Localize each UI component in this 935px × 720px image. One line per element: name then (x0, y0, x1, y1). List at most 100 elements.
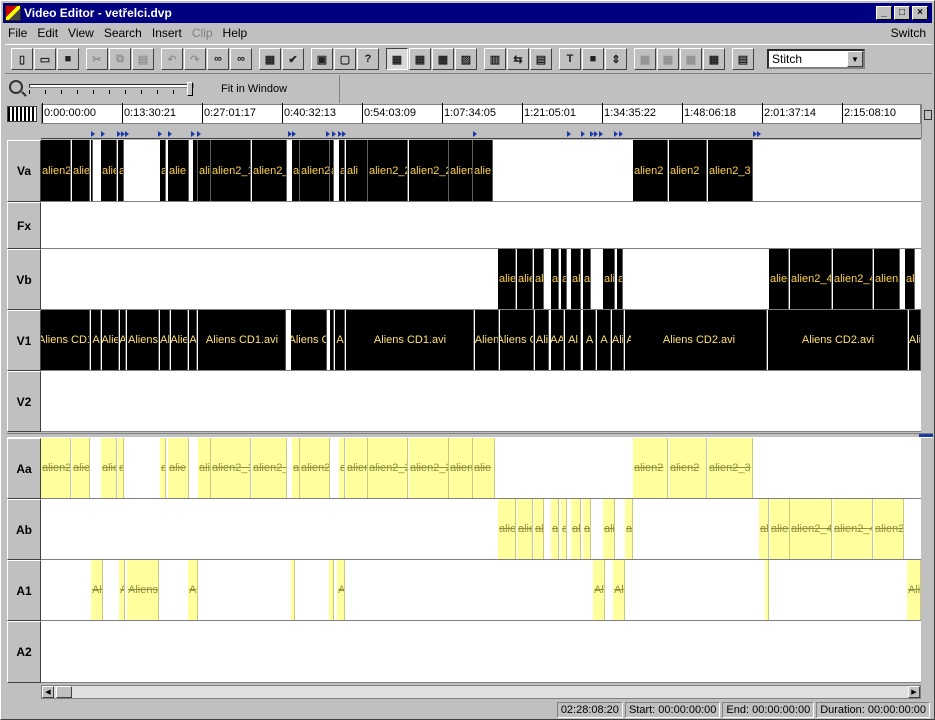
clip-va[interactable]: alien2_3 (708, 140, 753, 201)
menu-edit[interactable]: Edit (32, 26, 63, 40)
clip-va[interactable]: alien2_2 (368, 140, 408, 201)
clip-vb[interactable]: ali (551, 249, 559, 309)
marker-icon[interactable] (125, 131, 129, 137)
clip-v1[interactable]: A (583, 310, 596, 370)
clip-vb[interactable]: alien (498, 249, 516, 309)
clip-aa[interactable]: alien2 (300, 438, 330, 498)
track-area-ab[interactable]: alienaliealialiaalalalieaalalienalien2_4… (41, 499, 921, 560)
horizontal-scrollbar[interactable]: ◀ ▶ (41, 685, 921, 699)
zoom-slider[interactable] (29, 80, 199, 98)
clip-aa[interactable]: ali (198, 438, 211, 498)
track-label-aa[interactable]: Aa (7, 438, 41, 499)
help-icon[interactable]: ? (357, 48, 379, 70)
clip-v1[interactable]: Al (565, 310, 581, 370)
marker-tool-icon[interactable]: ▨ (455, 48, 477, 70)
clip-a1[interactable]: Al (613, 560, 625, 620)
clip-a1[interactable]: Aliens (127, 560, 159, 620)
track-area-v2[interactable] (41, 371, 921, 432)
clip-vb[interactable]: al (583, 249, 591, 309)
clip-aa[interactable]: alie (101, 438, 117, 498)
track-label-v1[interactable]: V1 (7, 310, 41, 371)
clip-a1[interactable] (329, 560, 334, 620)
undo-icon[interactable]: ↶ (161, 48, 183, 70)
ruler-icon[interactable] (7, 106, 37, 122)
clip-vb[interactable]: al (571, 249, 581, 309)
marker-icon[interactable] (757, 131, 761, 137)
clip-aa[interactable]: alien (72, 438, 90, 498)
open-folder-icon[interactable]: ▭ (34, 48, 56, 70)
marker-icon[interactable] (326, 131, 330, 137)
check-icon[interactable]: ✔ (282, 48, 304, 70)
clip-va[interactable]: alien (72, 140, 90, 201)
clip-aa[interactable]: a (160, 438, 166, 498)
marker-icon[interactable] (614, 131, 618, 137)
scroll-left-icon[interactable]: ◀ (42, 686, 54, 698)
close-button[interactable]: × (912, 6, 928, 20)
clip-va[interactable]: a (339, 140, 345, 201)
track-area-fx[interactable] (41, 202, 921, 249)
menu-help[interactable]: Help (218, 26, 253, 40)
marker-icon[interactable] (599, 131, 603, 137)
track-label-a2[interactable]: A2 (7, 621, 41, 683)
clip-vb[interactable]: ali (534, 249, 544, 309)
clip-vb[interactable]: a (617, 249, 623, 309)
clip-ab[interactable]: alien2_4 (790, 499, 832, 559)
clip-vb[interactable]: alien2_4 (833, 249, 873, 309)
clip-v1[interactable]: Al (160, 310, 170, 370)
clip-va[interactable]: alien2_2 (409, 140, 449, 201)
clip-ab[interactable]: a (561, 499, 567, 559)
marker-icon[interactable] (292, 131, 296, 137)
marker-icon[interactable] (191, 131, 195, 137)
clip-a1[interactable]: A (119, 560, 125, 620)
clip-aa[interactable]: alien2_ (252, 438, 287, 498)
clip-v1[interactable]: Ali (909, 310, 921, 370)
delete-clip-icon[interactable]: ■ (582, 48, 604, 70)
film-icon[interactable]: ▥ (484, 48, 506, 70)
print-icon[interactable]: ▣ (311, 48, 333, 70)
clip-v1[interactable]: Aliens CD2.avi (768, 310, 908, 370)
clip-a1[interactable]: Ali (91, 560, 103, 620)
clip-ab[interactable]: ali (534, 499, 544, 559)
clip-v1[interactable]: AA (551, 310, 564, 370)
clip-aa[interactable]: alien2_2 (368, 438, 408, 498)
marker-icon[interactable] (197, 131, 201, 137)
clip-vb[interactable]: alien2_4 (790, 249, 832, 309)
clip-ab[interactable]: ali (551, 499, 559, 559)
clip-ab[interactable]: alien2 (874, 499, 904, 559)
clip-va[interactable]: ali (346, 140, 368, 201)
clip-va[interactable]: a (160, 140, 166, 201)
menu-insert[interactable]: Insert (147, 26, 187, 40)
clip-aa[interactable]: a (339, 438, 345, 498)
clip-v1[interactable]: Alie (102, 310, 119, 370)
clip-v1[interactable]: Alien (475, 310, 499, 370)
clip-ab[interactable]: alien2_4 (833, 499, 873, 559)
clip-vb[interactable]: alie (517, 249, 533, 309)
clip-aa[interactable]: alie (473, 438, 495, 498)
track-area-va[interactable]: alien2_alienalieaaaliealialien2_1alien2_… (41, 140, 921, 202)
marker-icon[interactable] (342, 131, 346, 137)
clip-va[interactable]: alie (168, 140, 189, 201)
track-label-fx[interactable]: Fx (7, 202, 41, 249)
clip-v1[interactable]: Aliens (127, 310, 159, 370)
clip-aa[interactable]: alien (346, 438, 368, 498)
marker-icon[interactable] (594, 131, 598, 137)
clip-ab[interactable]: a (625, 499, 633, 559)
text-icon[interactable]: T (559, 48, 581, 70)
marker-row[interactable] (41, 129, 921, 139)
copy-icon[interactable]: ⧉ (109, 48, 131, 70)
clip-va[interactable] (91, 140, 93, 201)
clip-vb[interactable]: alien2 (874, 249, 900, 309)
save-icon[interactable]: ■ (57, 48, 79, 70)
clip-v1[interactable]: Aliens CD1.avi (198, 310, 286, 370)
chevron-down-icon[interactable]: ▼ (847, 51, 863, 67)
filter-icon[interactable]: ▦ (634, 48, 656, 70)
clip-a1[interactable]: Al (593, 560, 605, 620)
clip-v1[interactable]: A (91, 310, 101, 370)
marker-icon[interactable] (101, 131, 105, 137)
clip-vb[interactable]: ali (905, 249, 915, 309)
clip-va[interactable]: a (330, 140, 334, 201)
clip-va[interactable]: a (118, 140, 124, 201)
clip-v1[interactable]: Ali (535, 310, 549, 370)
track-label-v2[interactable]: V2 (7, 371, 41, 432)
track-area-a1[interactable]: Ali A Aliens A A Al Al Ali (41, 560, 921, 621)
